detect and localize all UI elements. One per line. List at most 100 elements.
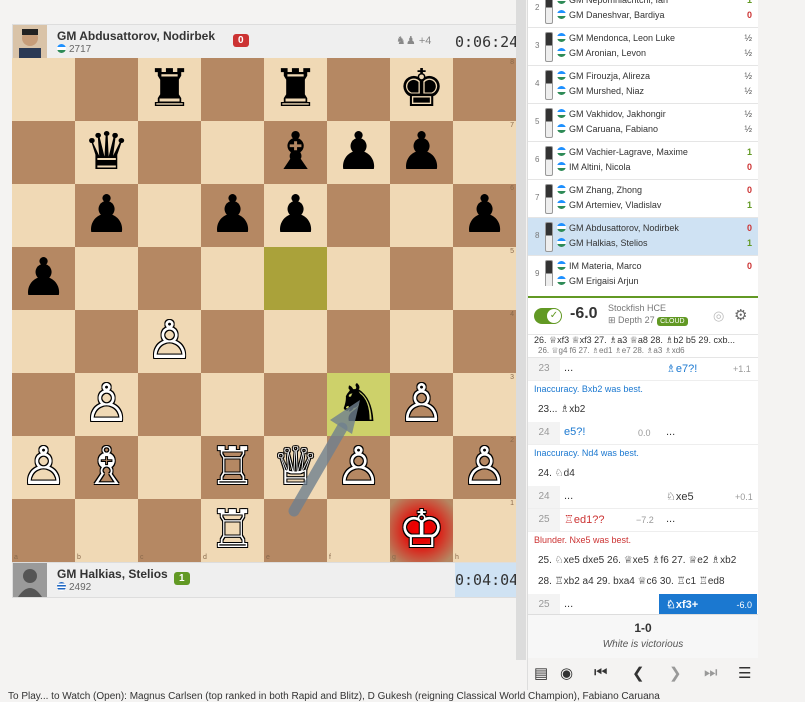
square-e1[interactable]: e bbox=[264, 499, 327, 562]
square-e7[interactable]: ♝ bbox=[264, 121, 327, 184]
square-h3[interactable]: 3 bbox=[453, 373, 516, 436]
square-g2[interactable] bbox=[390, 436, 453, 499]
bottom-player-name[interactable]: GM Halkias, Stelios bbox=[57, 567, 168, 581]
black-move[interactable]: ... bbox=[666, 426, 675, 438]
square-d5[interactable] bbox=[201, 247, 264, 310]
games-list[interactable]: 2 GM Nepomniachtchi, Ian GM Daneshvar, Bar… bbox=[528, 0, 758, 286]
square-f7[interactable]: ♟ bbox=[327, 121, 390, 184]
piece-f7[interactable]: ♟ bbox=[327, 121, 390, 184]
white-move[interactable]: ... bbox=[564, 362, 573, 374]
square-h2[interactable]: 2 ♙ bbox=[453, 436, 516, 499]
piece-b6[interactable]: ♟ bbox=[75, 184, 138, 247]
variation-line[interactable]: 25. ♘xe5 dxe5 26. ♕xe5 ♗f6 27. ♕e2 ♗xb2 … bbox=[528, 548, 758, 594]
black-move[interactable]: ♘xe5 bbox=[666, 490, 694, 503]
piece-g3[interactable]: ♙ bbox=[390, 373, 453, 436]
chess-board[interactable]: ♜ ♜ ♚ 8 ♛ ♝ ♟ ♟ 7 ♟ ♟ ♟ 6 ♟ ♟ 5 ♙ 4 ♙ ♞ ♙ 3 ♙ ♗ ♖ ♕ ♙ 2 ♙ a b c d ♖ e f g ♔ 1 h bbox=[12, 58, 516, 562]
piece-d1[interactable]: ♖ bbox=[201, 499, 264, 562]
square-b4[interactable] bbox=[75, 310, 138, 373]
square-g5[interactable] bbox=[390, 247, 453, 310]
piece-a2[interactable]: ♙ bbox=[12, 436, 75, 499]
square-h5[interactable]: 5 bbox=[453, 247, 516, 310]
square-a1[interactable]: a bbox=[12, 499, 75, 562]
piece-d6[interactable]: ♟ bbox=[201, 184, 264, 247]
square-g7[interactable]: ♟ bbox=[390, 121, 453, 184]
square-f5[interactable] bbox=[327, 247, 390, 310]
square-g6[interactable] bbox=[390, 184, 453, 247]
square-g4[interactable] bbox=[390, 310, 453, 373]
piece-e8[interactable]: ♜ bbox=[264, 58, 327, 121]
square-b2[interactable]: ♗ bbox=[75, 436, 138, 499]
square-a4[interactable] bbox=[12, 310, 75, 373]
game-row[interactable]: 2 GM Nepomniachtchi, Ian GM Daneshvar, Bar… bbox=[528, 0, 758, 28]
piece-h6[interactable]: ♟ bbox=[453, 184, 516, 247]
practice-icon[interactable]: ◉ bbox=[560, 664, 573, 682]
pv-line-2[interactable]: 26. ♕g4 f6 27. ♗ed1 ♗e7 28. ♗a3 ♗xd6 bbox=[538, 346, 685, 355]
piece-f2[interactable]: ♙ bbox=[327, 436, 390, 499]
square-c6[interactable] bbox=[138, 184, 201, 247]
game-row[interactable]: 9 IM Materia, Marco GM Erigaisi Arjun 0 bbox=[528, 256, 758, 286]
square-b1[interactable]: b bbox=[75, 499, 138, 562]
engine-pv[interactable]: 26. ♕xf3 ♕xf3 27. ♗a3 ♕a8 28. ♗b2 b5 29.… bbox=[528, 333, 758, 358]
square-e8[interactable]: ♜ bbox=[264, 58, 327, 121]
square-b7[interactable]: ♛ bbox=[75, 121, 138, 184]
square-b6[interactable]: ♟ bbox=[75, 184, 138, 247]
square-h8[interactable]: 8 bbox=[453, 58, 516, 121]
game-row[interactable]: 6 GM Vachier-Lagrave, Maxime IM Altini, Ni… bbox=[528, 142, 758, 180]
piece-h2[interactable]: ♙ bbox=[453, 436, 516, 499]
last-move-icon[interactable]: ⏭ bbox=[704, 664, 718, 681]
square-d3[interactable] bbox=[201, 373, 264, 436]
piece-b7[interactable]: ♛ bbox=[75, 121, 138, 184]
piece-b2[interactable]: ♗ bbox=[75, 436, 138, 499]
square-d8[interactable] bbox=[201, 58, 264, 121]
black-move[interactable]: ... bbox=[666, 513, 675, 525]
square-b8[interactable] bbox=[75, 58, 138, 121]
square-f2[interactable]: ♙ bbox=[327, 436, 390, 499]
square-c1[interactable]: c bbox=[138, 499, 201, 562]
square-f3[interactable]: ♞ bbox=[327, 373, 390, 436]
scrollbar[interactable] bbox=[516, 0, 526, 660]
game-row[interactable]: 7 GM Zhang, Zhong GM Artemiev, Vladislav 0 1 bbox=[528, 180, 758, 218]
game-row[interactable]: 4 GM Firouzja, Alireza GM Murshed, Niaz ½ ½ bbox=[528, 66, 758, 104]
variation-line[interactable]: 24. ♘d4 bbox=[528, 461, 758, 486]
piece-e2[interactable]: ♕ bbox=[264, 436, 327, 499]
square-d4[interactable] bbox=[201, 310, 264, 373]
piece-c8[interactable]: ♜ bbox=[138, 58, 201, 121]
piece-c4[interactable]: ♙ bbox=[138, 310, 201, 373]
piece-b3[interactable]: ♙ bbox=[75, 373, 138, 436]
square-b3[interactable]: ♙ bbox=[75, 373, 138, 436]
variation-line-2[interactable]: 28. ♖xb2 a4 29. bxa4 ♕c6 30. ♖c1 ♖ed8 bbox=[538, 571, 748, 592]
square-h6[interactable]: 6 ♟ bbox=[453, 184, 516, 247]
engine-toggle[interactable]: ✓ bbox=[534, 308, 562, 324]
square-d7[interactable] bbox=[201, 121, 264, 184]
variation-line[interactable]: 23... ♗xb2 bbox=[528, 397, 758, 422]
pv-line-1[interactable]: 26. ♕xf3 ♕xf3 27. ♗a3 ♕a8 28. ♗b2 b5 29.… bbox=[534, 335, 735, 346]
next-move-icon[interactable]: ❯ bbox=[669, 664, 682, 682]
square-g8[interactable]: ♚ bbox=[390, 58, 453, 121]
square-c3[interactable] bbox=[138, 373, 201, 436]
square-f6[interactable] bbox=[327, 184, 390, 247]
first-move-icon[interactable]: ⏮ bbox=[594, 664, 608, 681]
square-a6[interactable] bbox=[12, 184, 75, 247]
square-d6[interactable]: ♟ bbox=[201, 184, 264, 247]
square-c8[interactable]: ♜ bbox=[138, 58, 201, 121]
square-a5[interactable]: ♟ bbox=[12, 247, 75, 310]
target-icon[interactable]: ◎ bbox=[713, 308, 724, 324]
game-row[interactable]: 3 GM Mendonca, Leon Luke GM Aronian, Levon… bbox=[528, 28, 758, 66]
square-a2[interactable]: ♙ bbox=[12, 436, 75, 499]
book-icon[interactable]: ▤ bbox=[534, 664, 548, 682]
white-move[interactable]: e5?! bbox=[564, 426, 585, 438]
square-c2[interactable] bbox=[138, 436, 201, 499]
piece-e7[interactable]: ♝ bbox=[264, 121, 327, 184]
square-e5[interactable] bbox=[264, 247, 327, 310]
white-move[interactable]: ... bbox=[564, 490, 573, 502]
white-move[interactable]: ... bbox=[564, 598, 573, 610]
piece-f3[interactable]: ♞ bbox=[327, 373, 390, 436]
piece-g1[interactable]: ♔ bbox=[390, 499, 453, 562]
square-d2[interactable]: ♖ bbox=[201, 436, 264, 499]
square-h4[interactable]: 4 bbox=[453, 310, 516, 373]
piece-g7[interactable]: ♟ bbox=[390, 121, 453, 184]
previous-move-icon[interactable]: ❮ bbox=[632, 664, 645, 682]
gear-icon[interactable]: ⚙ bbox=[734, 306, 747, 324]
square-c5[interactable] bbox=[138, 247, 201, 310]
variation-line-1[interactable]: 25. ♘xe5 dxe5 26. ♕xe5 ♗f6 27. ♕e2 ♗xb2 bbox=[538, 550, 748, 571]
